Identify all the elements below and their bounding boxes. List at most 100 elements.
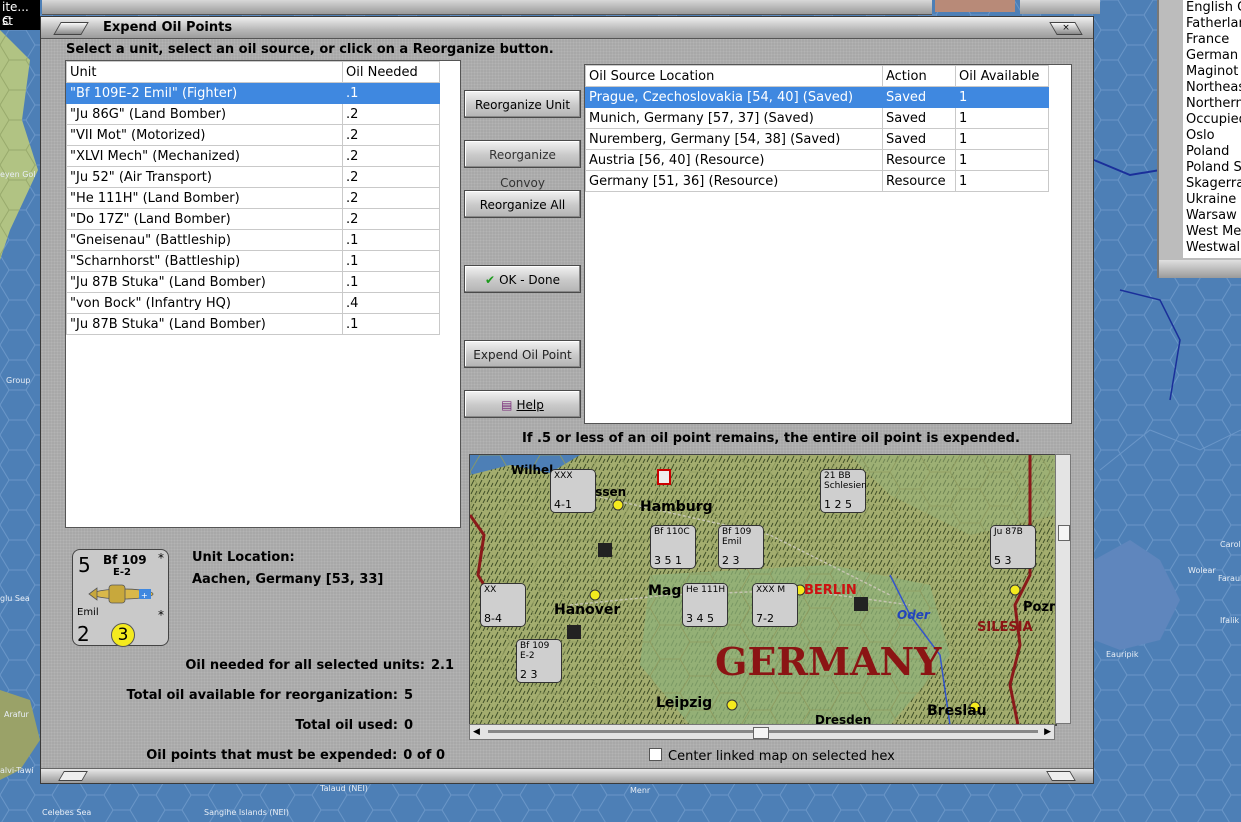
unit-table-row[interactable]: "VII Mot" (Motorized) .2 [66, 124, 440, 146]
button-label: Reorganize All [479, 198, 566, 212]
map-unit-counter[interactable]: Ju 87B 5 3 [990, 525, 1036, 569]
unit-table-row[interactable]: "Bf 109E-2 Emil" (Fighter) .1 [66, 82, 440, 104]
unit-table-row[interactable]: "Gneisenau" (Battleship) .1 [66, 229, 440, 251]
column-header-oil-needed[interactable]: Oil Needed [342, 61, 440, 83]
table-cell-oil: .2 [342, 166, 440, 188]
titlebar-left-ornament [53, 22, 89, 35]
oil-must-expend-stat: Oil points that must be expended: 0 of 0 [146, 748, 445, 763]
expend-oil-point-button[interactable]: Expend Oil Point [464, 340, 581, 368]
window-footer [1159, 260, 1241, 278]
dialog-footer [41, 768, 1093, 783]
map-unit-counter[interactable]: XX 8-4 [480, 583, 526, 627]
location-list-item[interactable]: Warsaw [1183, 208, 1241, 224]
location-list-item[interactable]: Occupied [1183, 112, 1241, 128]
help-button[interactable]: ▤ Help [464, 390, 581, 418]
background-window-titlebar[interactable] [1020, 0, 1100, 14]
background-text: st [2, 14, 13, 28]
column-header-unit[interactable]: Unit [66, 61, 343, 83]
reorganize-convoy-button[interactable]: Reorganize Convoy [464, 140, 581, 190]
unit-table-row[interactable]: "Do 17Z" (Land Bomber) .2 [66, 208, 440, 230]
location-list-item[interactable]: English C [1183, 0, 1241, 16]
table-cell-unit: "Bf 109E-2 Emil" (Fighter) [66, 82, 343, 104]
close-button[interactable]: × [1049, 22, 1083, 35]
checkbox-box[interactable] [649, 748, 662, 761]
unit-table-row[interactable]: "von Bock" (Infantry HQ) .4 [66, 292, 440, 314]
location-list-item[interactable]: Maginot [1183, 64, 1241, 80]
location-list-item[interactable]: Skagerra [1183, 176, 1241, 192]
map-unit-counter[interactable]: Bf 109 Emil 2 3 [718, 525, 764, 569]
map-river-label: Oder [897, 608, 930, 622]
location-list-item[interactable]: German P [1183, 48, 1241, 64]
scrollbar-thumb[interactable] [1058, 525, 1070, 541]
map-unit-type: Bf 109 E-2 [520, 641, 550, 661]
map-unit-counter[interactable]: 21 BB Schlesien 1 2 5 [820, 469, 867, 513]
fighter-plane-icon: + [88, 584, 154, 604]
bg-map-label: Menr [630, 786, 651, 795]
column-header-oil-source-location[interactable]: Oil Source Location [585, 65, 883, 87]
map-unit-counter[interactable]: Bf 110C 3 5 1 [650, 525, 696, 569]
table-cell-action: Saved [882, 107, 956, 129]
map-unit-counter[interactable]: He 111H 3 4 5 [682, 583, 728, 627]
location-list[interactable]: English C Fatherlan France German P Magi… [1183, 0, 1241, 258]
map-unit-type: XX [484, 585, 497, 595]
stat-value: 0 of 0 [403, 748, 445, 763]
table-cell-available: 1 [955, 128, 1049, 150]
reorganize-unit-button[interactable]: Reorganize Unit [464, 90, 581, 118]
column-header-action[interactable]: Action [882, 65, 956, 87]
location-list-item[interactable]: Northeas [1183, 80, 1241, 96]
linked-map-view[interactable]: Wilhel Hamburg Hanover Magd BERLIN Oder … [469, 454, 1057, 726]
oil-source-table: Oil Source Location Action Oil Available… [585, 65, 1049, 192]
map-unit-counter[interactable]: XXX M 7-2 [752, 583, 798, 627]
unit-table-row[interactable]: "Ju 87B Stuka" (Land Bomber) .1 [66, 271, 440, 293]
unit-table-row[interactable]: "Scharnhorst" (Battleship) .1 [66, 250, 440, 272]
background-window-titlebar[interactable] [42, 0, 932, 15]
location-list-item[interactable]: France [1183, 32, 1241, 48]
unit-location-label: Unit Location: [192, 550, 295, 565]
bg-map-label: Eauripik [1106, 650, 1139, 659]
map-horizontal-scrollbar[interactable]: ◀ ▶ [469, 724, 1055, 740]
button-label: Help [516, 398, 544, 412]
unit-table-row[interactable]: "Ju 52" (Air Transport) .2 [66, 166, 440, 188]
oil-source-table-row[interactable]: Austria [56, 40] (Resource) Resource 1 [585, 149, 1049, 171]
scrollbar-thumb[interactable] [753, 727, 769, 739]
column-header-oil-available[interactable]: Oil Available [955, 65, 1049, 87]
oil-source-table-row[interactable]: Nuremberg, Germany [54, 38] (Saved) Saved… [585, 128, 1049, 150]
ok-done-button[interactable]: ✔ OK - Done [464, 265, 581, 293]
table-cell-oil: .1 [342, 271, 440, 293]
map-vertical-scrollbar[interactable] [1055, 454, 1071, 724]
oil-source-table-row[interactable]: Munich, Germany [57, 37] (Saved) Saved 1 [585, 107, 1049, 129]
map-unit-counter[interactable]: Bf 109 E-2 2 3 [516, 639, 562, 683]
location-list-item[interactable]: Northern [1183, 96, 1241, 112]
center-linked-map-checkbox[interactable]: Center linked map on selected hex [649, 748, 895, 764]
oil-source-table-row[interactable]: Germany [51, 36] (Resource) Resource 1 [585, 170, 1049, 192]
table-cell-oil: .1 [342, 313, 440, 335]
location-list-item[interactable]: Fatherlan [1183, 16, 1241, 32]
star-icon: * [158, 608, 164, 622]
unit-table-row[interactable]: "He 111H" (Land Bomber) .2 [66, 187, 440, 209]
oil-available-stat: Total oil available for reorganization: 5 [126, 688, 413, 703]
table-cell-unit: "Ju 87B Stuka" (Land Bomber) [66, 313, 343, 335]
button-label: Reorganize Convoy [489, 148, 556, 190]
unit-table-row[interactable]: "Ju 86G" (Land Bomber) .2 [66, 103, 440, 125]
location-list-item[interactable]: Ukraine [1183, 192, 1241, 208]
reorganize-all-button[interactable]: Reorganize All [464, 190, 581, 218]
instructions-text: Select a unit, select an oil source, or … [66, 42, 554, 57]
location-list-item[interactable]: Westwal [1183, 240, 1241, 256]
unit-table-row[interactable]: "XLVI Mech" (Mechanized) .2 [66, 145, 440, 167]
map-unit-type: Ju 87B [994, 527, 1023, 537]
location-list-item[interactable]: Poland S [1183, 160, 1241, 176]
location-list-window: English C Fatherlan France German P Magi… [1157, 0, 1241, 278]
unit-defense-value: 2 [77, 622, 90, 646]
dialog-titlebar[interactable]: Expend Oil Points × [41, 17, 1093, 39]
location-list-item[interactable]: Oslo [1183, 128, 1241, 144]
oil-source-table-row[interactable]: Prague, Czechoslovakia [54, 40] (Saved) S… [585, 86, 1049, 108]
location-list-item[interactable]: Poland [1183, 144, 1241, 160]
table-cell-oil: .1 [342, 229, 440, 251]
unit-table-row[interactable]: "Ju 87B Stuka" (Land Bomber) .1 [66, 313, 440, 335]
scroll-left-icon[interactable]: ◀ [473, 727, 480, 737]
location-list-item[interactable]: West Me [1183, 224, 1241, 240]
table-cell-action: Saved [882, 128, 956, 150]
close-icon: × [1062, 23, 1070, 33]
map-unit-counter[interactable]: XXX 4-1 [550, 469, 596, 513]
scroll-right-icon[interactable]: ▶ [1044, 727, 1051, 737]
